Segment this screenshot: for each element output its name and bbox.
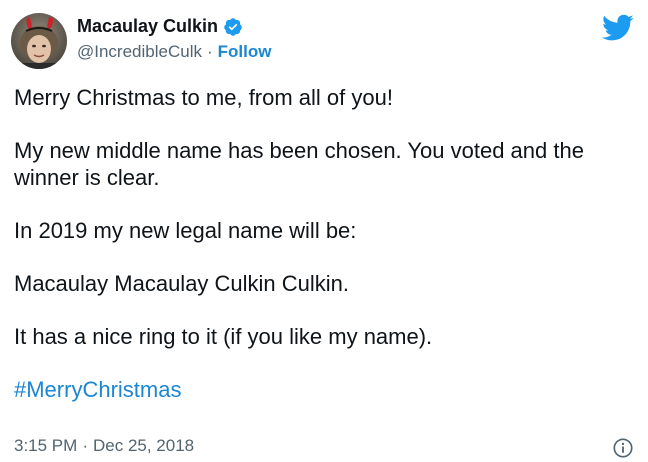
author-display-name[interactable]: Macaulay Culkin bbox=[77, 16, 218, 37]
tweet-paragraph: Merry Christmas to me, from all of you! bbox=[14, 85, 393, 110]
tweet-embed: Macaulay Culkin @IncredibleCulk · Follow… bbox=[0, 0, 648, 462]
author-name-row: Macaulay Culkin bbox=[77, 16, 243, 37]
hashtag-link[interactable]: #MerryChristmas bbox=[14, 377, 181, 402]
tweet-text: Merry Christmas to me, from all of you! … bbox=[14, 84, 634, 403]
info-icon[interactable] bbox=[612, 437, 634, 459]
tweet-paragraph: My new middle name has been chosen. You … bbox=[14, 138, 584, 190]
tweet-paragraph: It has a nice ring to it (if you like my… bbox=[14, 324, 433, 349]
tweet-date: Dec 25, 2018 bbox=[92, 436, 195, 455]
tweet-paragraph: Macaulay Macaulay Culkin Culkin. bbox=[14, 271, 350, 296]
twitter-bird-icon[interactable] bbox=[602, 14, 634, 42]
author-handle[interactable]: @IncredibleCulk bbox=[77, 42, 202, 62]
tweet-timestamp[interactable]: 3:15 PM · Dec 25, 2018 bbox=[14, 436, 194, 456]
tweet-hashtag-line: #MerryChristmas bbox=[14, 376, 634, 403]
author-handle-row: @IncredibleCulk · Follow bbox=[77, 42, 271, 62]
verified-badge-icon bbox=[224, 17, 242, 36]
avatar[interactable] bbox=[11, 13, 67, 69]
tweet-paragraph: In 2019 my new legal name will be: bbox=[14, 218, 357, 243]
timestamp-separator: · bbox=[82, 436, 88, 455]
handle-separator: · bbox=[206, 42, 213, 61]
follow-button[interactable]: Follow bbox=[218, 42, 272, 62]
avatar-image bbox=[11, 13, 67, 69]
tweet-time: 3:15 PM bbox=[14, 436, 78, 455]
